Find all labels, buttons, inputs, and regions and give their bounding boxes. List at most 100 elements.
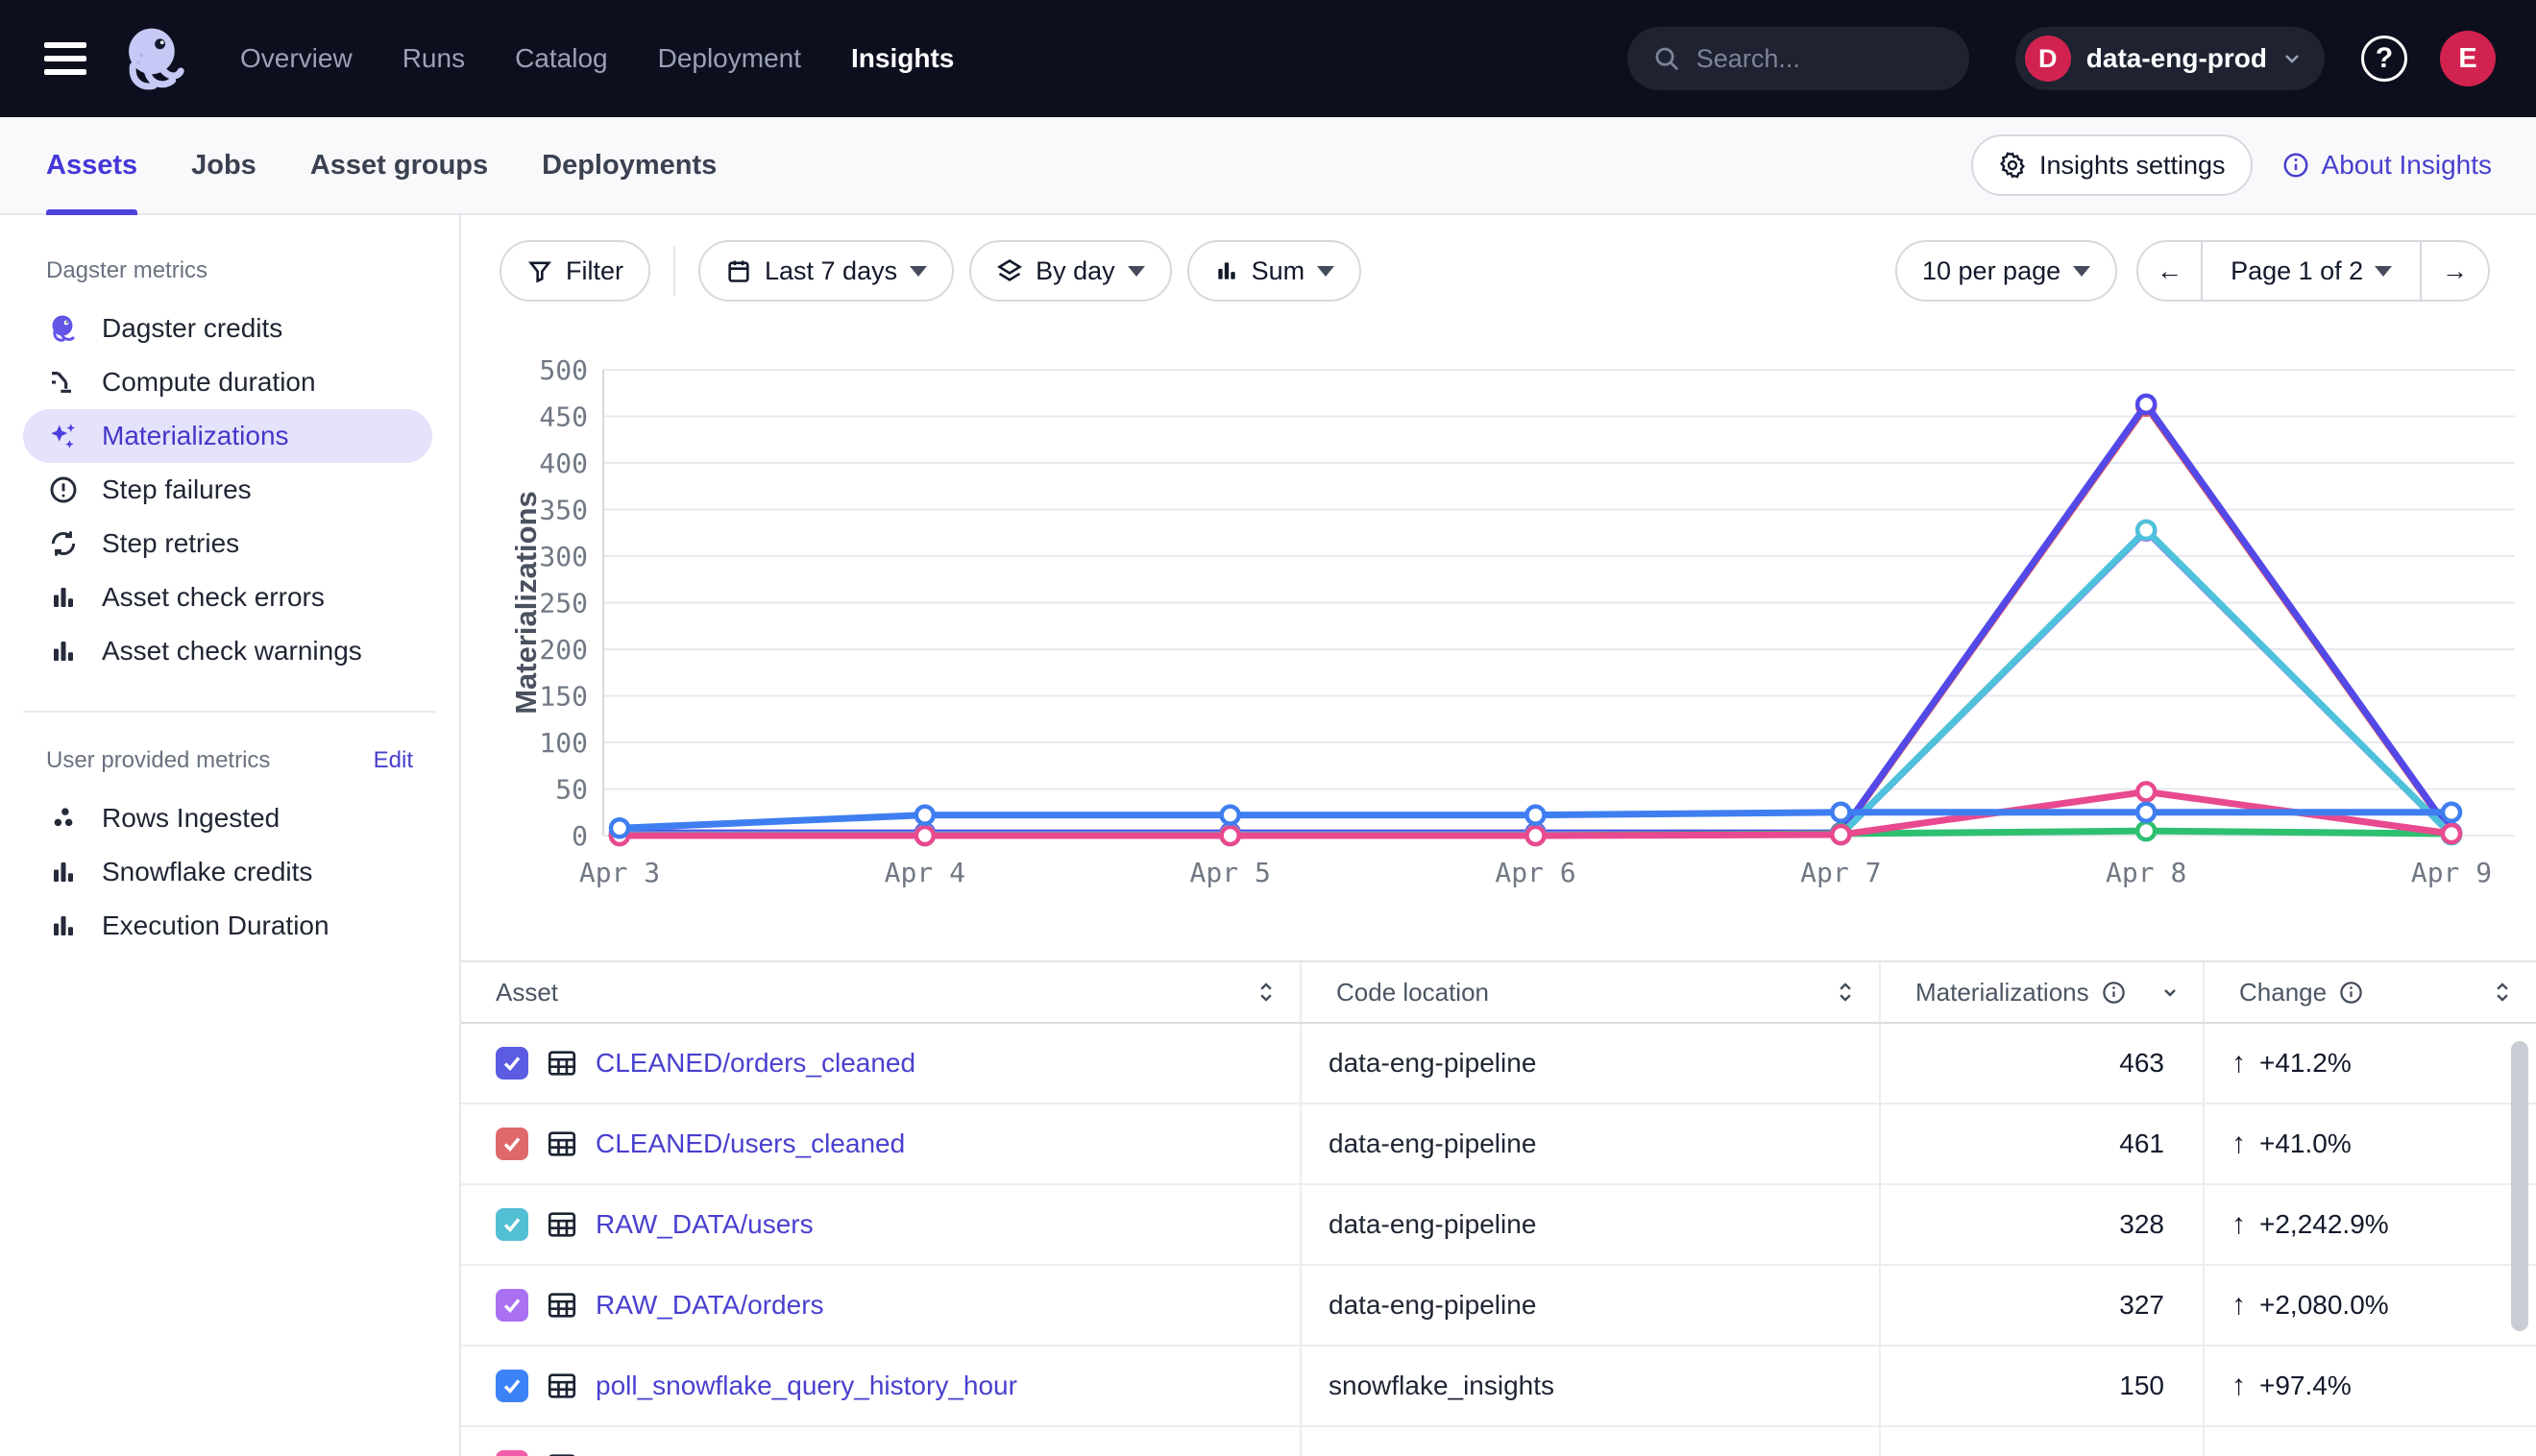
- column-header-materializations[interactable]: Materializations: [1881, 962, 2205, 1022]
- tab-assets[interactable]: Assets: [46, 117, 137, 213]
- table-asset-icon: [546, 1208, 578, 1241]
- svg-text:Apr 5: Apr 5: [1190, 857, 1271, 888]
- asset-link[interactable]: poll_snowflake_query_history_hour: [596, 1371, 1017, 1401]
- page-indicator-button[interactable]: Page 1 of 2: [2203, 242, 2420, 300]
- nav-item-deployment[interactable]: Deployment: [658, 43, 801, 74]
- sidebar-item-dagster-credits[interactable]: Dagster credits: [23, 302, 432, 355]
- row-checkbox[interactable]: [496, 1208, 528, 1241]
- filter-label: Filter: [566, 256, 623, 286]
- filter-button[interactable]: Filter: [500, 240, 650, 302]
- svg-text:200: 200: [539, 634, 588, 666]
- user-metrics-label: User provided metrics: [46, 747, 270, 774]
- chevron-down-icon: [2375, 266, 2392, 277]
- aggregation-button[interactable]: Sum: [1187, 240, 1362, 302]
- insights-settings-button[interactable]: Insights settings: [1971, 134, 2253, 196]
- sidebar-divider: [23, 711, 436, 713]
- sidebar-item-label: Asset check errors: [102, 582, 325, 613]
- next-page-button[interactable]: →: [2420, 242, 2488, 300]
- nav-item-overview[interactable]: Overview: [240, 43, 353, 74]
- about-insights-label: About Insights: [2322, 150, 2492, 181]
- change-value: +2,080.0%: [2259, 1290, 2389, 1321]
- tab-asset-groups[interactable]: Asset groups: [310, 117, 488, 213]
- materializations-cell: 150: [1881, 1347, 2205, 1425]
- change-value: +97.4%: [2259, 1371, 2352, 1401]
- org-switcher[interactable]: D data-eng-prod: [2015, 27, 2325, 90]
- svg-text:100: 100: [539, 727, 588, 759]
- sidebar-item-label: Step retries: [102, 528, 239, 559]
- sidebar-item-asset-check-warnings[interactable]: Asset check warnings: [23, 624, 432, 678]
- svg-text:150: 150: [539, 681, 588, 713]
- nav-item-catalog[interactable]: Catalog: [515, 43, 608, 74]
- svg-text:500: 500: [539, 355, 588, 386]
- column-label: Change: [2239, 978, 2327, 1007]
- svg-text:350: 350: [539, 495, 588, 526]
- nav-item-insights[interactable]: Insights: [851, 43, 954, 74]
- insights-sub-nav: Assets Jobs Asset groups Deployments Ins…: [0, 117, 2536, 215]
- svg-text:Apr 4: Apr 4: [885, 857, 965, 888]
- insights-settings-label: Insights settings: [2039, 151, 2226, 181]
- search-box[interactable]: /: [1627, 27, 1969, 90]
- row-checkbox[interactable]: [496, 1047, 528, 1080]
- sidebar-item-compute-duration[interactable]: Compute duration: [23, 355, 432, 409]
- table-row: RAW_DATA/users data-eng-pipeline 328 ↑ +…: [461, 1185, 2536, 1266]
- vertical-scrollbar[interactable]: [2511, 1041, 2528, 1331]
- granularity-button[interactable]: By day: [969, 240, 1172, 302]
- date-range-button[interactable]: Last 7 days: [698, 240, 954, 302]
- user-avatar[interactable]: E: [2440, 31, 2496, 86]
- table-asset-icon: [546, 1128, 578, 1160]
- asset-link[interactable]: CLEANED/orders_cleaned: [596, 1048, 915, 1079]
- sidebar-item-rows-ingested[interactable]: Rows Ingested: [23, 791, 432, 845]
- dagster-logo-icon[interactable]: [115, 21, 190, 96]
- sidebar-item-snowflake-credits[interactable]: Snowflake credits: [23, 845, 432, 899]
- svg-text:Materializations: Materializations: [509, 491, 543, 715]
- tab-jobs[interactable]: Jobs: [191, 117, 256, 213]
- bar-chart-icon: [46, 580, 81, 615]
- column-header-asset[interactable]: Asset: [461, 962, 1302, 1022]
- nav-item-runs[interactable]: Runs: [402, 43, 465, 74]
- edit-metrics-link[interactable]: Edit: [374, 747, 413, 774]
- sort-icon[interactable]: [1254, 980, 1279, 1005]
- dagster-metrics-label: Dagster metrics: [46, 257, 207, 284]
- svg-text:Apr 6: Apr 6: [1495, 857, 1575, 888]
- code-location-cell: data-eng-pipeline: [1302, 1427, 1881, 1456]
- change-value: +2,250.0%: [2259, 1451, 2389, 1456]
- sidebar-item-execution-duration[interactable]: Execution Duration: [23, 899, 432, 953]
- sparkles-icon: [46, 419, 81, 453]
- chevron-down-icon: [2073, 266, 2090, 277]
- row-checkbox[interactable]: [496, 1289, 528, 1322]
- sort-icon[interactable]: [1833, 980, 1858, 1005]
- asset-link[interactable]: CLEANED/locations_cleaned: [596, 1451, 945, 1456]
- prev-page-button[interactable]: ←: [2138, 242, 2203, 300]
- asset-link[interactable]: RAW_DATA/orders: [596, 1290, 824, 1321]
- help-icon[interactable]: ?: [2361, 36, 2407, 82]
- info-icon[interactable]: [2338, 980, 2364, 1006]
- info-icon[interactable]: [2101, 980, 2127, 1006]
- sort-desc-icon[interactable]: [2158, 981, 2182, 1004]
- sidebar-item-materializations[interactable]: Materializations: [23, 409, 432, 463]
- table-asset-icon: [546, 1450, 578, 1456]
- tab-deployments[interactable]: Deployments: [542, 117, 717, 213]
- materializations-cell: 328: [1881, 1185, 2205, 1264]
- materializations-cell: 327: [1881, 1266, 2205, 1345]
- about-insights-link[interactable]: About Insights: [2281, 150, 2492, 181]
- sidebar-item-step-retries[interactable]: Step retries: [23, 517, 432, 570]
- hamburger-menu-icon[interactable]: [44, 42, 86, 75]
- search-input[interactable]: [1696, 44, 2036, 74]
- row-checkbox[interactable]: [496, 1450, 528, 1456]
- sidebar-item-label: Step failures: [102, 474, 252, 505]
- row-checkbox[interactable]: [496, 1128, 528, 1160]
- calendar-icon: [725, 257, 752, 284]
- toolbar-divider: [673, 246, 675, 296]
- per-page-button[interactable]: 10 per page: [1895, 240, 2117, 302]
- chevron-down-icon: [1128, 266, 1145, 277]
- code-location-cell: data-eng-pipeline: [1302, 1185, 1881, 1264]
- asset-link[interactable]: CLEANED/users_cleaned: [596, 1128, 905, 1159]
- row-checkbox[interactable]: [496, 1370, 528, 1402]
- sidebar-item-asset-check-errors[interactable]: Asset check errors: [23, 570, 432, 624]
- sort-icon[interactable]: [2490, 980, 2515, 1005]
- sidebar-item-step-failures[interactable]: Step failures: [23, 463, 432, 517]
- column-header-change[interactable]: Change: [2205, 962, 2536, 1022]
- asset-link[interactable]: RAW_DATA/users: [596, 1209, 814, 1240]
- svg-text:0: 0: [572, 820, 588, 852]
- column-header-code-location[interactable]: Code location: [1302, 962, 1881, 1022]
